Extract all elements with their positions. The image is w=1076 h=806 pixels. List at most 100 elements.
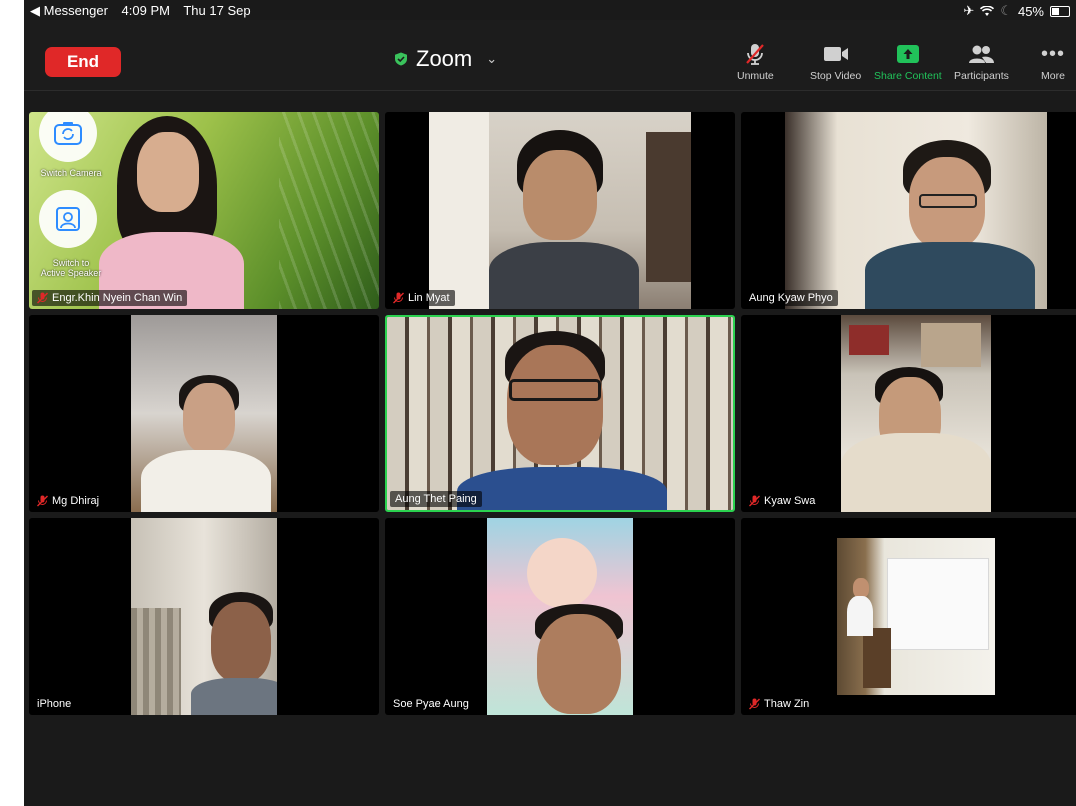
body-shape [865,242,1035,309]
participant-name: Kyaw Swa [764,495,816,507]
video-tile-aung-thet-paing[interactable]: Aung Thet Paing [385,315,735,512]
face-shape [211,602,271,682]
battery-icon [1050,5,1070,17]
status-left: ◀ Messenger 4:09 PM Thu 17 Sep [30,3,261,19]
participant-nametag: Thaw Zin [744,696,815,712]
zoom-meeting-screen: ◀ Messenger 4:09 PM Thu 17 Sep ✈ ☾ 45% E… [24,0,1076,806]
share-arrow-icon [896,42,920,66]
video-tile-thaw-zin[interactable]: Thaw Zin [741,518,1076,715]
video-camera-icon [823,42,849,66]
face-shape [523,150,597,240]
door-frame [646,132,691,282]
participant-name: Engr.Khin Nyein Chan Win [52,292,183,304]
muted-mic-icon [37,292,48,304]
glasses-shape [919,194,977,208]
person-figure [853,578,869,598]
airplane-icon: ✈ [963,3,975,18]
video-tile-mg-dhiraj[interactable]: Mg Dhiraj [29,315,379,512]
video-tile-lin-myat[interactable]: Lin Myat [385,112,735,309]
participant-video [387,317,733,510]
face-shape [137,132,199,212]
moon-icon: ☾ [1000,3,1012,18]
more-button[interactable]: ••• More [1041,42,1066,83]
curtain-shape [131,608,181,715]
participant-video [837,538,995,695]
participants-button[interactable]: Participants [954,42,1009,82]
more-label: More [1041,70,1065,82]
participant-name: iPhone [37,698,72,710]
meeting-title-dropdown[interactable]: Zoom ⌄ [394,46,497,72]
participant-video [785,112,1047,309]
share-content-label: Share Content [874,70,942,82]
participant-nametag: Lin Myat [388,290,455,306]
participant-nametag: iPhone [32,696,77,712]
active-speaker-label: Switch to Active Speaker [31,258,111,278]
camera-rotate-icon [54,122,82,145]
muted-mic-icon [749,495,760,507]
stop-video-label: Stop Video [810,70,862,82]
muted-mic-icon [393,292,404,304]
participant-video [841,315,991,512]
participants-icon [967,42,995,66]
participant-video [487,518,633,715]
participant-nametag: Aung Kyaw Phyo [744,290,838,306]
participant-name: Soe Pyae Aung [393,698,469,710]
wall-picture [921,323,981,367]
video-tile-khin-nyein-chan-win[interactable]: Switch Camera Switch to Active Speaker E… [29,112,379,309]
wall-picture [849,325,889,355]
participants-label: Participants [954,70,1009,82]
unmute-label: Unmute [737,70,774,82]
switch-camera-label: Switch Camera [40,168,102,178]
status-right: ✈ ☾ 45% [963,3,1070,19]
participant-nametag: Kyaw Swa [744,493,821,509]
status-time: 4:09 PM [121,3,170,18]
muted-mic-icon [37,495,48,507]
participant-name: Thaw Zin [764,698,810,710]
participant-nametag: Aung Thet Paing [390,491,482,507]
glasses-shape [509,379,601,401]
end-meeting-button[interactable]: End [45,47,121,77]
muted-mic-icon [749,698,760,710]
body-shape [191,678,277,715]
participant-video [131,315,277,512]
video-tile-soe-pyae-aung[interactable]: Soe Pyae Aung [385,518,735,715]
switch-to-active-speaker-button[interactable] [39,190,97,248]
body-shape [847,596,873,636]
body-shape [489,242,639,309]
presentation-slide [887,558,989,650]
microphone-muted-icon [744,42,766,66]
unmute-button[interactable]: Unmute [737,42,774,82]
podium-shape [863,628,891,688]
share-content-button[interactable]: Share Content [874,42,942,82]
shield-check-icon [395,52,407,66]
wifi-icon [980,5,995,16]
participant-name: Lin Myat [408,292,450,304]
status-bar: ◀ Messenger 4:09 PM Thu 17 Sep ✈ ☾ 45% [24,0,1076,20]
more-dots-icon: ••• [1041,42,1066,65]
chevron-down-icon: ⌄ [486,51,498,66]
participant-name: Aung Thet Paing [395,493,477,505]
grass-pattern [279,112,379,309]
video-tile-kyaw-swa[interactable]: Kyaw Swa [741,315,1076,512]
face-shape [507,345,603,465]
status-date: Thu 17 Sep [183,3,251,18]
participant-name: Aung Kyaw Phyo [749,292,833,304]
back-to-messenger-link[interactable]: ◀ Messenger [30,3,108,18]
face-shape [537,614,621,714]
wall-panel [429,112,489,309]
battery-percent: 45% [1017,3,1044,19]
video-tile-aung-kyaw-phyo[interactable]: Aung Kyaw Phyo [741,112,1076,309]
body-shape [457,467,667,510]
participant-name: Mg Dhiraj [52,495,100,507]
active-speaker-icon [56,207,80,231]
meeting-toolbar: End Zoom ⌄ Unmute Stop Video Share Conte… [24,20,1076,91]
active-speaker-label-line-2: Active Speaker [40,268,102,278]
participant-nametag: Engr.Khin Nyein Chan Win [32,290,188,306]
body-shape [141,450,271,512]
participant-nametag: Mg Dhiraj [32,493,105,509]
participant-nametag: Soe Pyae Aung [388,696,474,712]
video-tile-iphone[interactable]: iPhone [29,518,379,715]
face-shape [183,383,235,453]
stop-video-button[interactable]: Stop Video [810,42,861,82]
body-shape [841,433,991,512]
